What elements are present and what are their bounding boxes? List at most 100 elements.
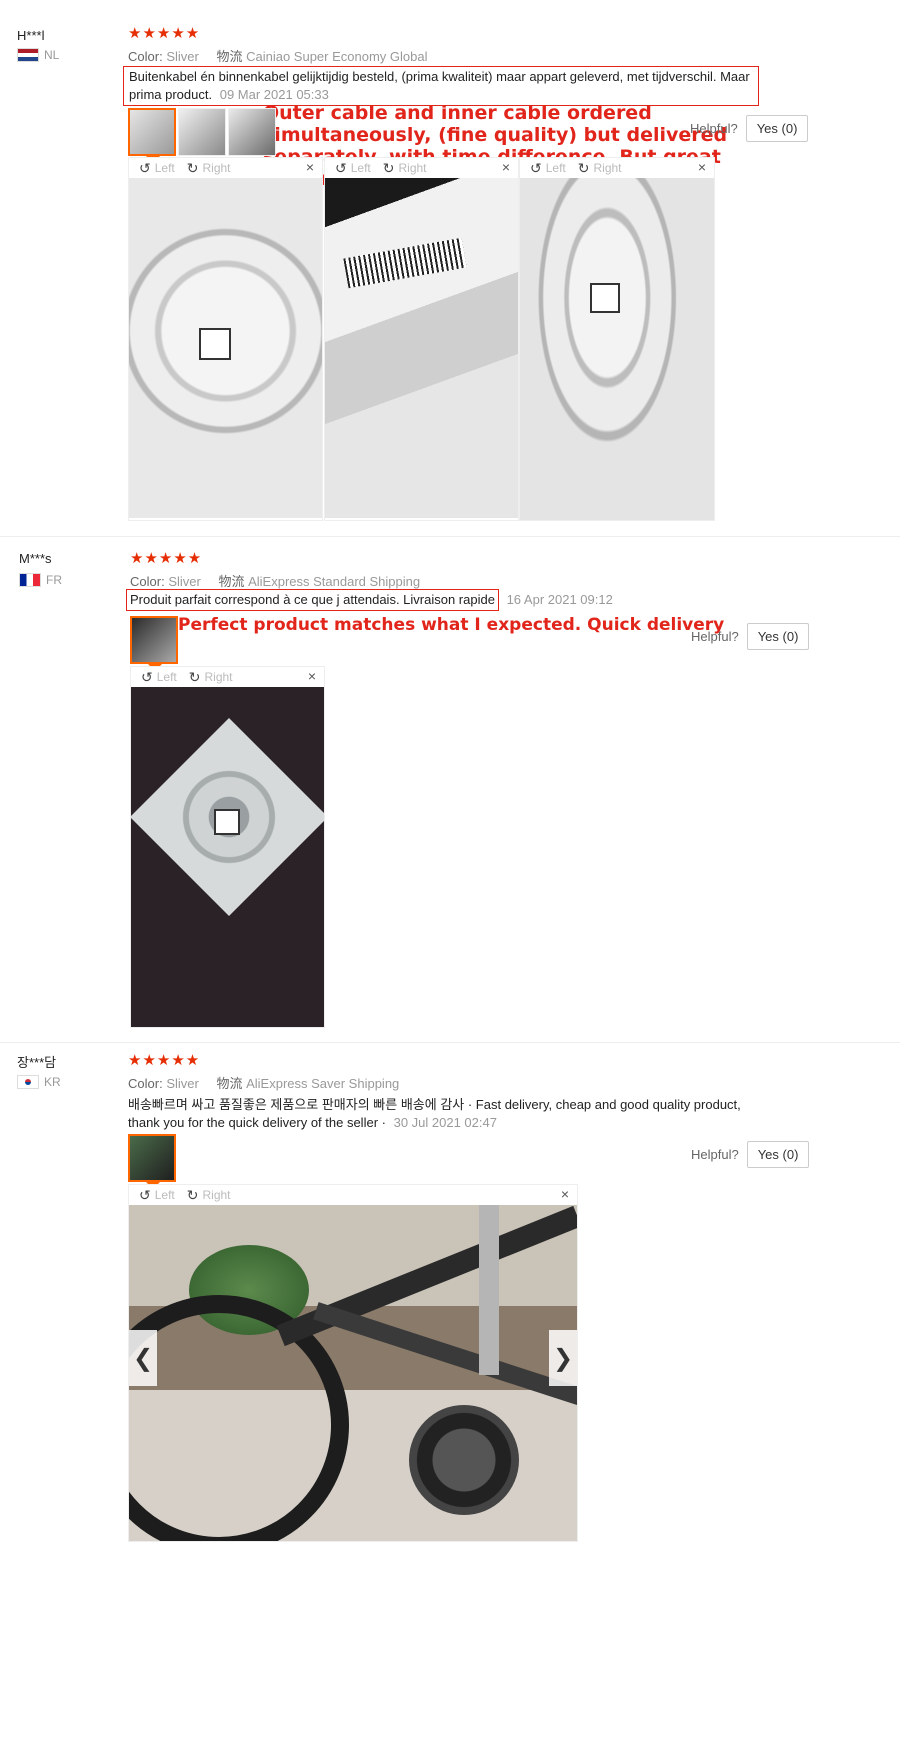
color-value: Sliver bbox=[168, 574, 201, 589]
review-text: Buitenkabel én binnenkabel gelijktijdig … bbox=[123, 66, 759, 106]
image-viewer: ↺ Left ↻ Right × ❮ ❯ bbox=[128, 1184, 578, 1542]
rotate-right-label[interactable]: Right bbox=[202, 161, 230, 175]
country-code: KR bbox=[44, 1075, 61, 1089]
image-viewer: ↺ Left ↻ Right × bbox=[128, 157, 323, 521]
rotate-left-icon[interactable]: ↺ bbox=[141, 669, 153, 686]
thumbnail-3[interactable] bbox=[228, 108, 276, 156]
reviewer-name: M***s bbox=[19, 551, 52, 566]
color-value: Sliver bbox=[166, 1076, 199, 1091]
qr-label-image bbox=[199, 328, 231, 360]
helpful-label: Helpful? bbox=[690, 121, 738, 136]
rotate-left-icon[interactable]: ↺ bbox=[139, 160, 151, 177]
thumbnail-1[interactable] bbox=[130, 616, 178, 671]
rotate-right-icon[interactable]: ↻ bbox=[383, 160, 395, 177]
review-date: 16 Apr 2021 09:12 bbox=[506, 592, 613, 607]
shipping-value: AliExpress Standard Shipping bbox=[248, 574, 421, 589]
color-label: Color: bbox=[128, 49, 163, 64]
review-photo bbox=[520, 178, 714, 520]
rotate-left-label[interactable]: Left bbox=[351, 161, 371, 175]
review-photo bbox=[129, 178, 322, 518]
barcode-image bbox=[343, 237, 467, 289]
review-divider bbox=[0, 536, 900, 537]
review-divider bbox=[0, 1042, 900, 1043]
rotate-right-label[interactable]: Right bbox=[202, 1188, 230, 1202]
review-text: 배송빠르며 싸고 품질좋은 제품으로 판매자의 빠른 배송에 감사 · Fast… bbox=[128, 1096, 768, 1132]
nl-flag-icon bbox=[17, 48, 39, 62]
shipping-label: 物流 bbox=[216, 49, 243, 64]
translation-annotation: Perfect product matches what I expected.… bbox=[178, 615, 725, 635]
rotate-right-label[interactable]: Right bbox=[204, 670, 232, 684]
qr-label-image bbox=[214, 809, 240, 835]
viewer-toolbar: ↺ Left ↻ Right × bbox=[325, 158, 518, 178]
rotate-left-icon[interactable]: ↺ bbox=[139, 1187, 151, 1204]
image-viewer: ↺ Left ↻ Right × bbox=[130, 666, 325, 1028]
shipping-label: 物流 bbox=[218, 574, 245, 589]
rotate-right-icon[interactable]: ↻ bbox=[187, 1187, 199, 1204]
close-icon[interactable]: × bbox=[502, 159, 510, 175]
review-photo bbox=[129, 1205, 577, 1541]
rotate-right-icon[interactable]: ↻ bbox=[189, 669, 201, 686]
helpful-label: Helpful? bbox=[691, 629, 739, 644]
star-rating: ★★★★★ bbox=[128, 25, 201, 42]
bike-frame-image bbox=[276, 1205, 577, 1347]
shipping-value: Cainiao Super Economy Global bbox=[246, 49, 428, 64]
close-icon[interactable]: × bbox=[308, 668, 316, 684]
reviewer-name: 장***담 bbox=[17, 1055, 57, 1070]
bike-frame-image bbox=[313, 1302, 577, 1406]
star-rating: ★★★★★ bbox=[128, 1052, 201, 1069]
product-meta: Color: Sliver 物流 AliExpress Standard Shi… bbox=[130, 571, 420, 590]
chainring-image bbox=[409, 1405, 519, 1515]
image-viewer: ↺ Left ↻ Right × bbox=[324, 157, 519, 521]
color-label: Color: bbox=[130, 574, 165, 589]
shipping-label: 物流 bbox=[216, 1076, 243, 1091]
rotate-left-label[interactable]: Left bbox=[155, 1188, 175, 1202]
rotate-left-icon[interactable]: ↺ bbox=[530, 160, 542, 177]
rotate-left-label[interactable]: Left bbox=[546, 161, 566, 175]
viewer-toolbar: ↺ Left ↻ Right × bbox=[520, 158, 714, 178]
rotate-left-label[interactable]: Left bbox=[157, 670, 177, 684]
kr-flag-icon bbox=[17, 1075, 39, 1089]
product-meta: Color: Sliver 物流 AliExpress Saver Shippi… bbox=[128, 1073, 399, 1092]
helpful-yes-button[interactable]: Yes (0) bbox=[746, 1141, 810, 1168]
review-text: Produit parfait correspond à ce que j at… bbox=[126, 589, 613, 611]
helpful-yes-button[interactable]: Yes (0) bbox=[745, 115, 809, 142]
reviewer-country: KR bbox=[17, 1075, 61, 1089]
shipping-value: AliExpress Saver Shipping bbox=[246, 1076, 400, 1091]
rotate-right-icon[interactable]: ↻ bbox=[187, 160, 199, 177]
helpful-label: Helpful? bbox=[691, 1147, 739, 1162]
qr-label-image bbox=[590, 283, 620, 313]
review-body: Produit parfait correspond à ce que j at… bbox=[126, 589, 499, 611]
image-viewer: ↺ Left ↻ Right × bbox=[519, 157, 715, 521]
reviewer-country: FR bbox=[19, 573, 62, 587]
review-date: 09 Mar 2021 05:33 bbox=[219, 87, 329, 102]
product-meta: Color: Sliver 物流 Cainiao Super Economy G… bbox=[128, 46, 427, 65]
review-photo bbox=[325, 178, 518, 518]
rotate-left-label[interactable]: Left bbox=[155, 161, 175, 175]
rotate-right-icon[interactable]: ↻ bbox=[578, 160, 590, 177]
rotate-left-icon[interactable]: ↺ bbox=[335, 160, 347, 177]
rotate-right-label[interactable]: Right bbox=[398, 161, 426, 175]
prev-image-button[interactable]: ❮ bbox=[129, 1330, 157, 1386]
helpful-yes-button[interactable]: Yes (0) bbox=[746, 623, 810, 650]
review-date: 30 Jul 2021 02:47 bbox=[393, 1115, 497, 1130]
color-label: Color: bbox=[128, 1076, 163, 1091]
close-icon[interactable]: × bbox=[698, 159, 706, 175]
helpful-widget: Helpful? Yes (0) bbox=[690, 115, 809, 142]
rotate-right-label[interactable]: Right bbox=[593, 161, 621, 175]
viewer-toolbar: ↺ Left ↻ Right × bbox=[129, 1185, 577, 1205]
country-code: NL bbox=[44, 48, 60, 62]
viewer-toolbar: ↺ Left ↻ Right × bbox=[129, 158, 322, 178]
fr-flag-icon bbox=[19, 573, 41, 587]
thumbnail-2[interactable] bbox=[178, 108, 226, 156]
helpful-widget: Helpful? Yes (0) bbox=[691, 623, 810, 650]
review-photo bbox=[131, 687, 324, 1027]
star-rating: ★★★★★ bbox=[130, 550, 203, 567]
close-icon[interactable]: × bbox=[306, 159, 314, 175]
reviewer-country: NL bbox=[17, 48, 59, 62]
close-icon[interactable]: × bbox=[561, 1186, 569, 1202]
viewer-toolbar: ↺ Left ↻ Right × bbox=[131, 667, 324, 687]
thumbnail-1[interactable] bbox=[128, 108, 176, 163]
next-image-button[interactable]: ❯ bbox=[549, 1330, 577, 1386]
reviewer-name: H***l bbox=[17, 28, 45, 43]
thumbnail-1[interactable] bbox=[128, 1134, 176, 1189]
